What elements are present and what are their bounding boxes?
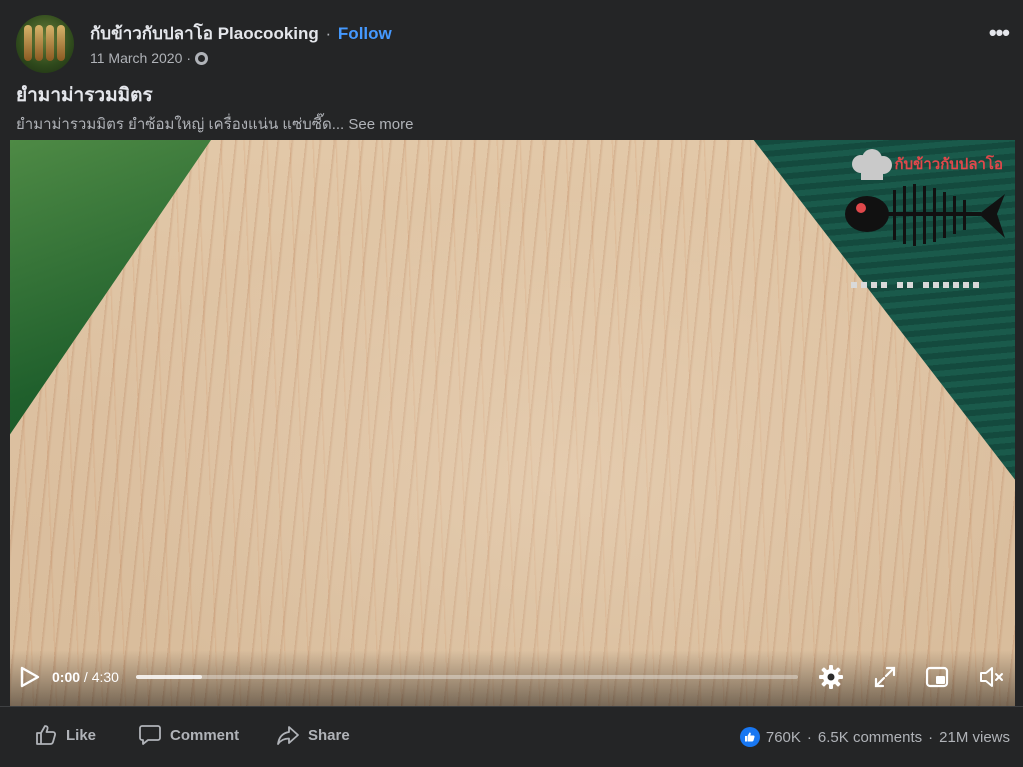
- more-options-button[interactable]: •••: [989, 20, 1010, 46]
- reaction-count[interactable]: 760K: [766, 729, 801, 746]
- comment-count[interactable]: 6.5K comments: [818, 729, 922, 746]
- current-time: 0:00: [52, 669, 81, 685]
- comment-label: Comment: [170, 726, 240, 744]
- fish-graphic: [35, 25, 43, 61]
- view-count[interactable]: 21M views: [939, 729, 1010, 746]
- settings-icon[interactable]: [818, 664, 844, 690]
- post-date[interactable]: 11 March 2020: [90, 50, 182, 66]
- like-reaction-icon: [739, 727, 760, 747]
- like-button[interactable]: Like: [34, 723, 96, 747]
- post-meta: 11 March 2020 ·: [90, 50, 209, 66]
- globe-icon: [195, 51, 209, 65]
- miniplayer-icon[interactable]: [924, 664, 950, 690]
- play-icon[interactable]: [20, 666, 40, 688]
- like-label: Like: [66, 726, 97, 744]
- post-title: ยำมาม่ารวมมิตร: [16, 85, 153, 106]
- channel-watermark-text: กับข้าวกับปลาโอ: [894, 155, 1003, 173]
- share-button[interactable]: Share: [276, 723, 350, 747]
- comment-button[interactable]: Comment: [138, 723, 239, 747]
- post-actions-bar: Like Comment Share 760K · 6.5K comments …: [0, 706, 1023, 767]
- post-header: กับข้าวกับปลาโอ Plaocooking · Follow 11 …: [0, 0, 1023, 140]
- page-name-line: กับข้าวกับปลาโอ Plaocooking · Follow: [90, 20, 392, 47]
- duration: 4:30: [91, 669, 119, 685]
- see-more-link[interactable]: See more: [348, 116, 413, 133]
- share-icon: [277, 726, 299, 745]
- thumbs-up-icon: [36, 725, 57, 745]
- page-avatar[interactable]: [16, 15, 74, 73]
- share-label: Share: [308, 726, 350, 744]
- time-display: 0:00 / 4:30: [52, 669, 119, 685]
- comment-icon: [139, 725, 161, 745]
- post-text: ยำมาม่ารวมมิตร ยำซ้อมใหญ่ เครื่องแน่น แซ…: [16, 112, 413, 136]
- video-controls: 0:00 / 4:30: [10, 650, 1015, 706]
- muted-volume-icon[interactable]: [978, 664, 1004, 690]
- post-stats: 760K · 6.5K comments · 21M views: [739, 727, 1010, 747]
- separator-dot: ·: [325, 24, 332, 43]
- fish-graphic: [57, 25, 65, 61]
- fish-graphic: [24, 25, 32, 61]
- time-separator: /: [83, 669, 88, 685]
- separator-dot: ·: [928, 728, 934, 746]
- progress-bar[interactable]: [136, 675, 798, 679]
- fullscreen-icon[interactable]: [872, 664, 898, 690]
- separator-dot: ·: [186, 50, 192, 66]
- post-text-body: ยำมาม่ารวมมิตร ยำซ้อมใหญ่ เครื่องแน่น แซ…: [16, 116, 345, 133]
- buffered-bar: [136, 675, 203, 679]
- follow-button[interactable]: Follow: [338, 24, 392, 43]
- fish-graphic: [46, 25, 54, 61]
- video-player[interactable]: กับข้าวกับปลาโอ 0:00 / 4:30: [10, 140, 1015, 706]
- page-name-link[interactable]: กับข้าวกับปลาโอ Plaocooking: [90, 24, 319, 43]
- separator-dot: ·: [806, 728, 812, 746]
